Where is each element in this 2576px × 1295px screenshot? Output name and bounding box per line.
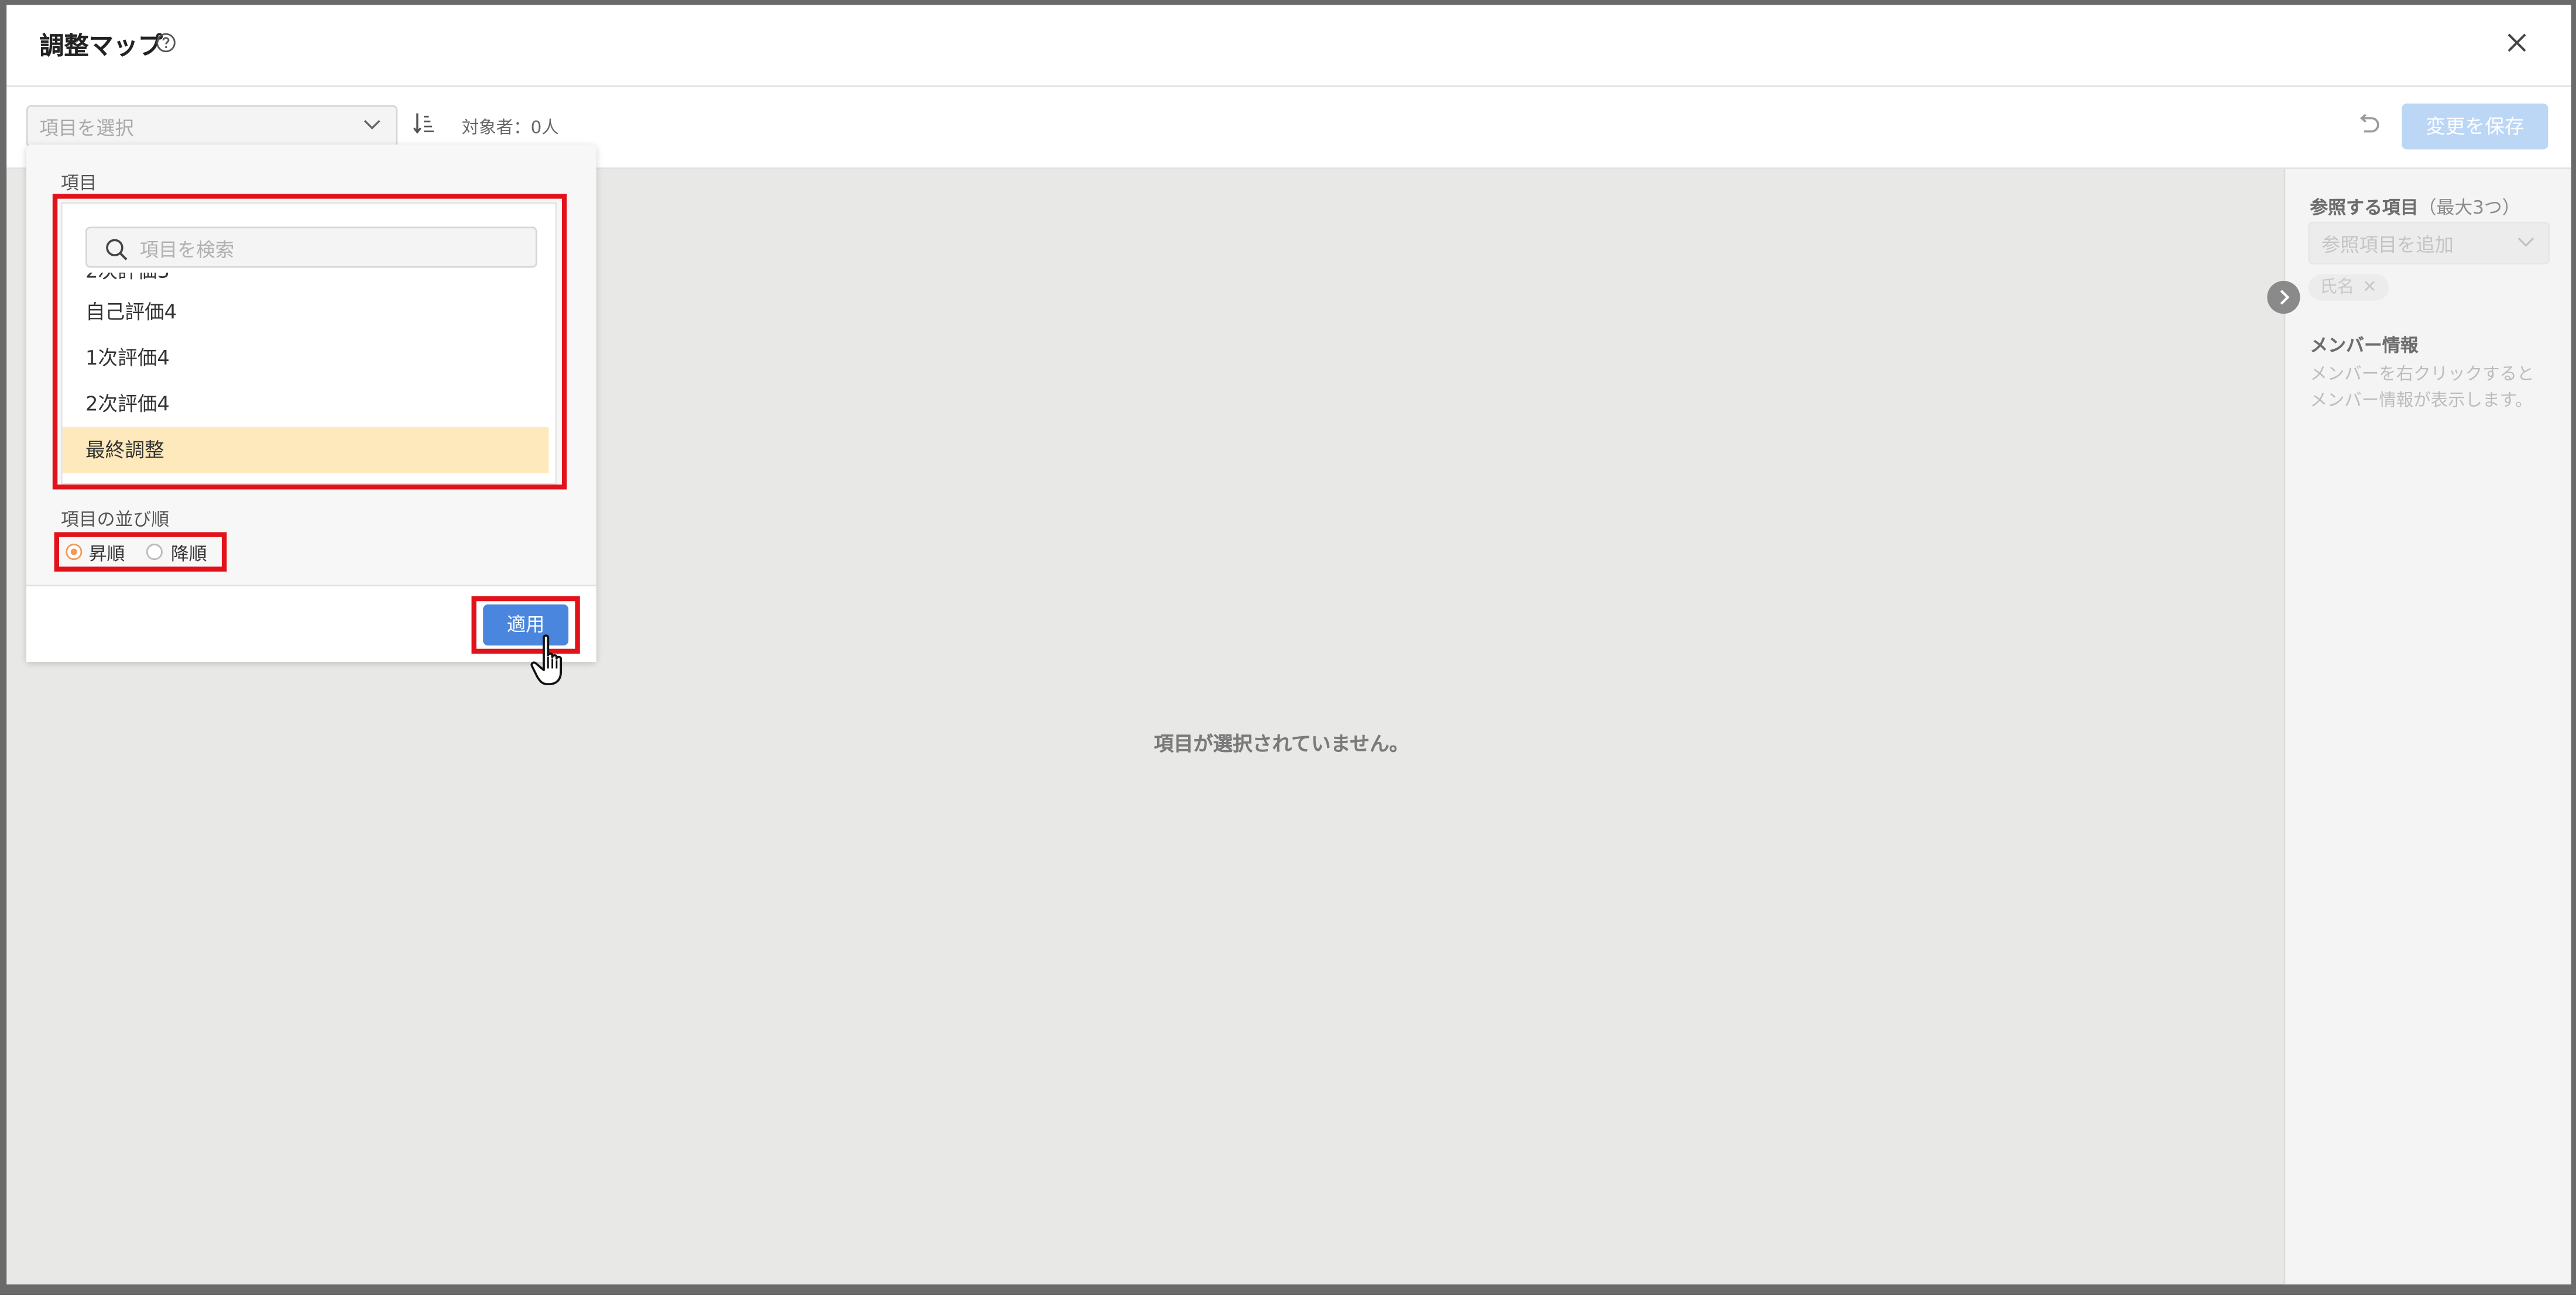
sort-order-label: 項目の並び順 [60,509,170,531]
save-changes-button[interactable]: 変更を保存 [2402,103,2548,150]
annotation-highlight-list [52,194,567,490]
empty-state-message: 項目が選択されていません。 [1154,732,1409,756]
reference-items-title: 参照する項目 [2310,197,2419,219]
close-icon[interactable] [2505,31,2528,54]
reference-item-placeholder: 参照項目を追加 [2321,233,2454,256]
annotation-highlight-sort [54,532,227,572]
reference-items-limit: （最大3つ） [2418,197,2520,219]
reference-chip: 氏名 ✕ [2308,274,2389,301]
chevron-down-icon [2517,237,2534,247]
reference-item-select[interactable]: 参照項目を追加 [2308,221,2550,265]
item-select[interactable]: 項目を選択 [26,105,398,148]
sort-icon[interactable] [413,112,435,135]
member-info-heading: メンバー情報 [2310,335,2419,357]
target-count: 対象者：0人 [461,118,559,138]
chip-label: 氏名 [2320,277,2355,298]
modal-title: 調整マップ [39,31,163,61]
item-dropdown-panel: 項目 項目を検索 2次評価3 自己評価4 1次評価4 2次評価4 最終調整 項目… [26,144,596,662]
undo-icon[interactable] [2356,114,2381,136]
reference-items-heading: 参照する項目（最大3つ） [2310,194,2520,220]
chevron-down-icon [363,120,380,130]
adjustment-map-modal: 調整マップ 項目を選択 対象者：0人 変更を保存 項目が選択されていません。 参… [6,5,2571,1284]
item-select-placeholder: 項目を選択 [39,116,134,140]
help-icon[interactable] [156,33,176,53]
right-panel: 参照する項目（最大3つ） 参照項目を追加 氏名 ✕ メンバー情報 メンバーを右クリ… [2283,169,2571,1284]
chip-remove-icon[interactable]: ✕ [2362,277,2377,297]
modal-header: 調整マップ [6,5,2571,87]
chevron-right-icon[interactable] [2267,280,2300,314]
member-info-description: メンバーを右クリックするとメンバー情報が表示します。 [2310,365,2534,411]
items-section-label: 項目 [60,172,97,194]
hand-pointer-icon [530,634,562,685]
